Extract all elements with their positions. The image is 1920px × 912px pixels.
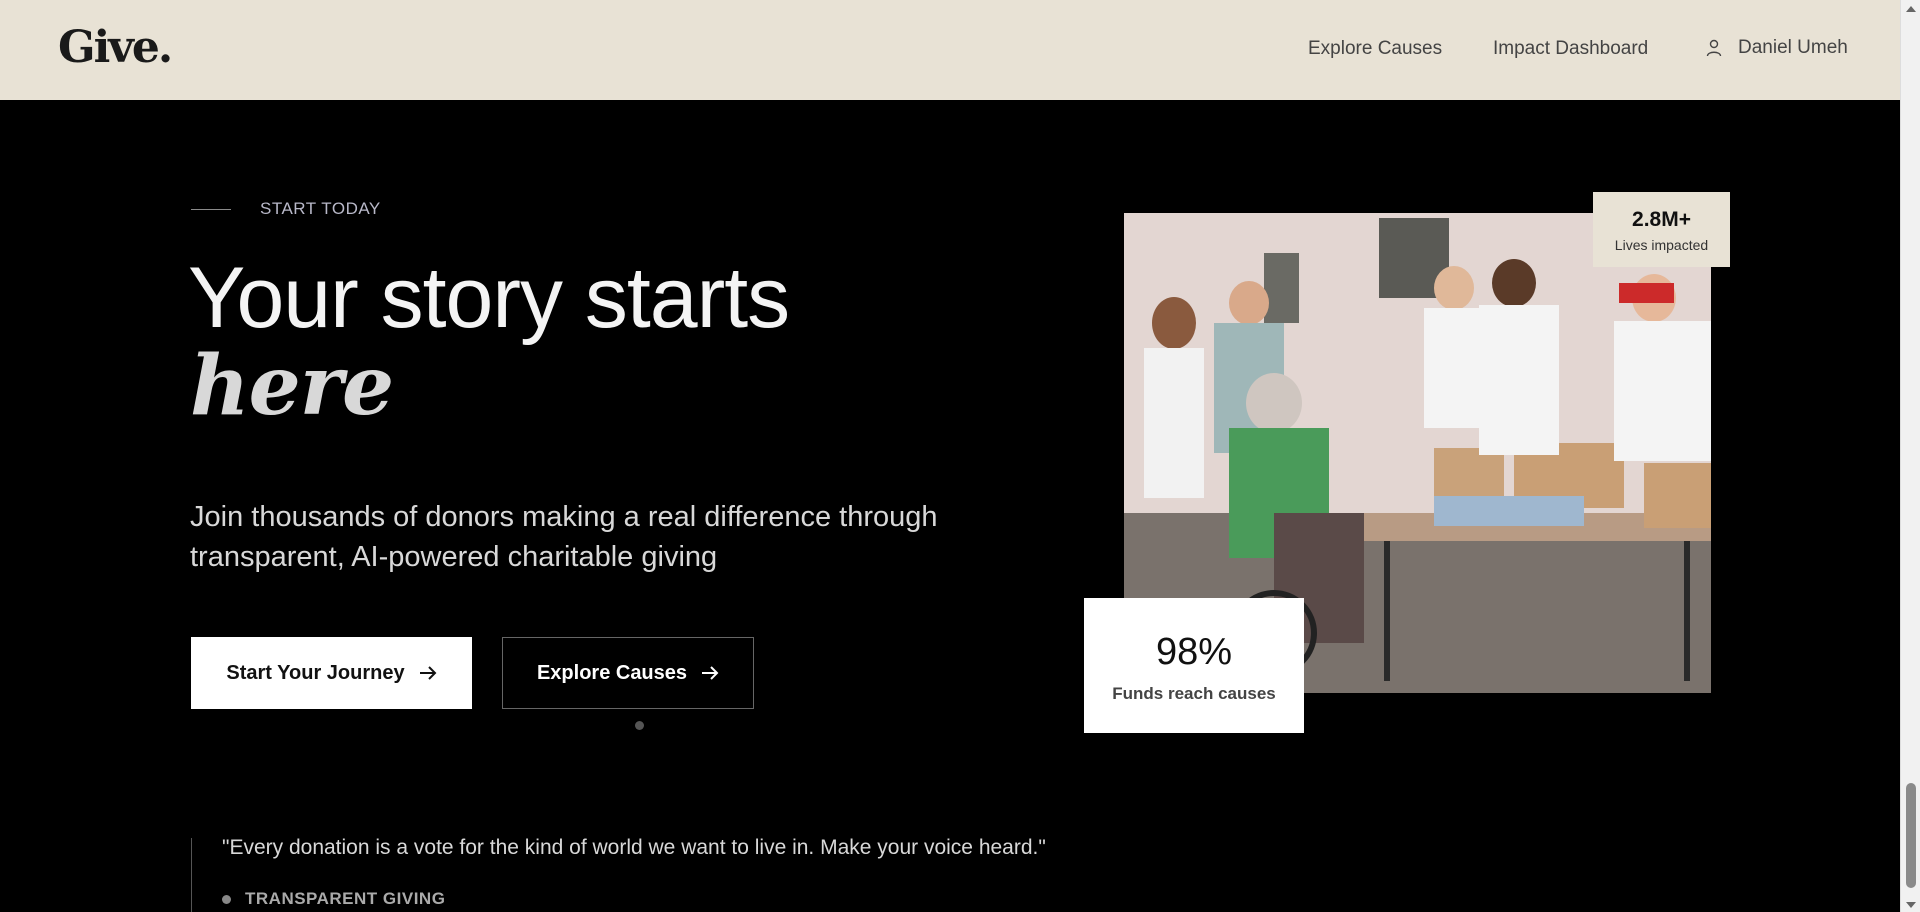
arrow-right-icon xyxy=(419,666,437,680)
eyebrow-divider xyxy=(191,208,231,210)
nav-explore-causes[interactable]: Explore Causes xyxy=(1308,38,1442,60)
explore-causes-button[interactable]: Explore Causes xyxy=(502,637,754,709)
quote-tag-text: TRANSPARENT GIVING xyxy=(245,889,446,908)
arrow-right-icon xyxy=(702,666,719,680)
scrollbar-thumb[interactable] xyxy=(1906,783,1916,888)
top-nav-bar: Give. Explore Causes Impact Dashboard Da… xyxy=(0,0,1900,100)
nav-impact-dashboard[interactable]: Impact Dashboard xyxy=(1493,38,1648,60)
hero-subhead: Join thousands of donors making a real d… xyxy=(190,501,938,573)
lives-impacted-value: 2.8M+ xyxy=(1632,208,1691,231)
page-scrollbar[interactable] xyxy=(1900,0,1920,912)
user-icon xyxy=(1706,39,1722,57)
funds-reach-value: 98% xyxy=(1155,631,1233,673)
logo[interactable]: Give. xyxy=(58,22,173,73)
start-journey-button[interactable]: Start Your Journey xyxy=(191,637,472,709)
scroll-up-arrow-icon[interactable] xyxy=(1906,6,1916,12)
quote-tag: TRANSPARENT GIVING xyxy=(222,889,445,909)
bullet-icon xyxy=(222,894,231,904)
eyebrow-text: START TODAY xyxy=(260,199,381,218)
quote-divider xyxy=(191,838,192,912)
explore-causes-label: Explore Causes xyxy=(536,661,688,684)
nav-user-profile[interactable]: Daniel Umeh xyxy=(1706,37,1848,59)
lives-impacted-label: Lives impacted xyxy=(1614,237,1709,253)
hero-headline: Your story starts xyxy=(188,250,790,346)
scroll-dot-indicator xyxy=(635,721,644,730)
user-name: Daniel Umeh xyxy=(1738,37,1848,58)
lives-impacted-stat: 2.8M+ Lives impacted xyxy=(1593,192,1730,267)
funds-reach-label: Funds reach causes xyxy=(1112,684,1276,703)
quote-text: "Every donation is a vote for the kind o… xyxy=(222,836,1046,859)
hero-headline-italic: here xyxy=(190,338,394,434)
eyebrow: START TODAY xyxy=(191,199,381,219)
start-journey-label: Start Your Journey xyxy=(226,661,405,684)
scroll-down-arrow-icon[interactable] xyxy=(1906,902,1916,908)
funds-reach-stat: 98% Funds reach causes xyxy=(1084,598,1304,733)
